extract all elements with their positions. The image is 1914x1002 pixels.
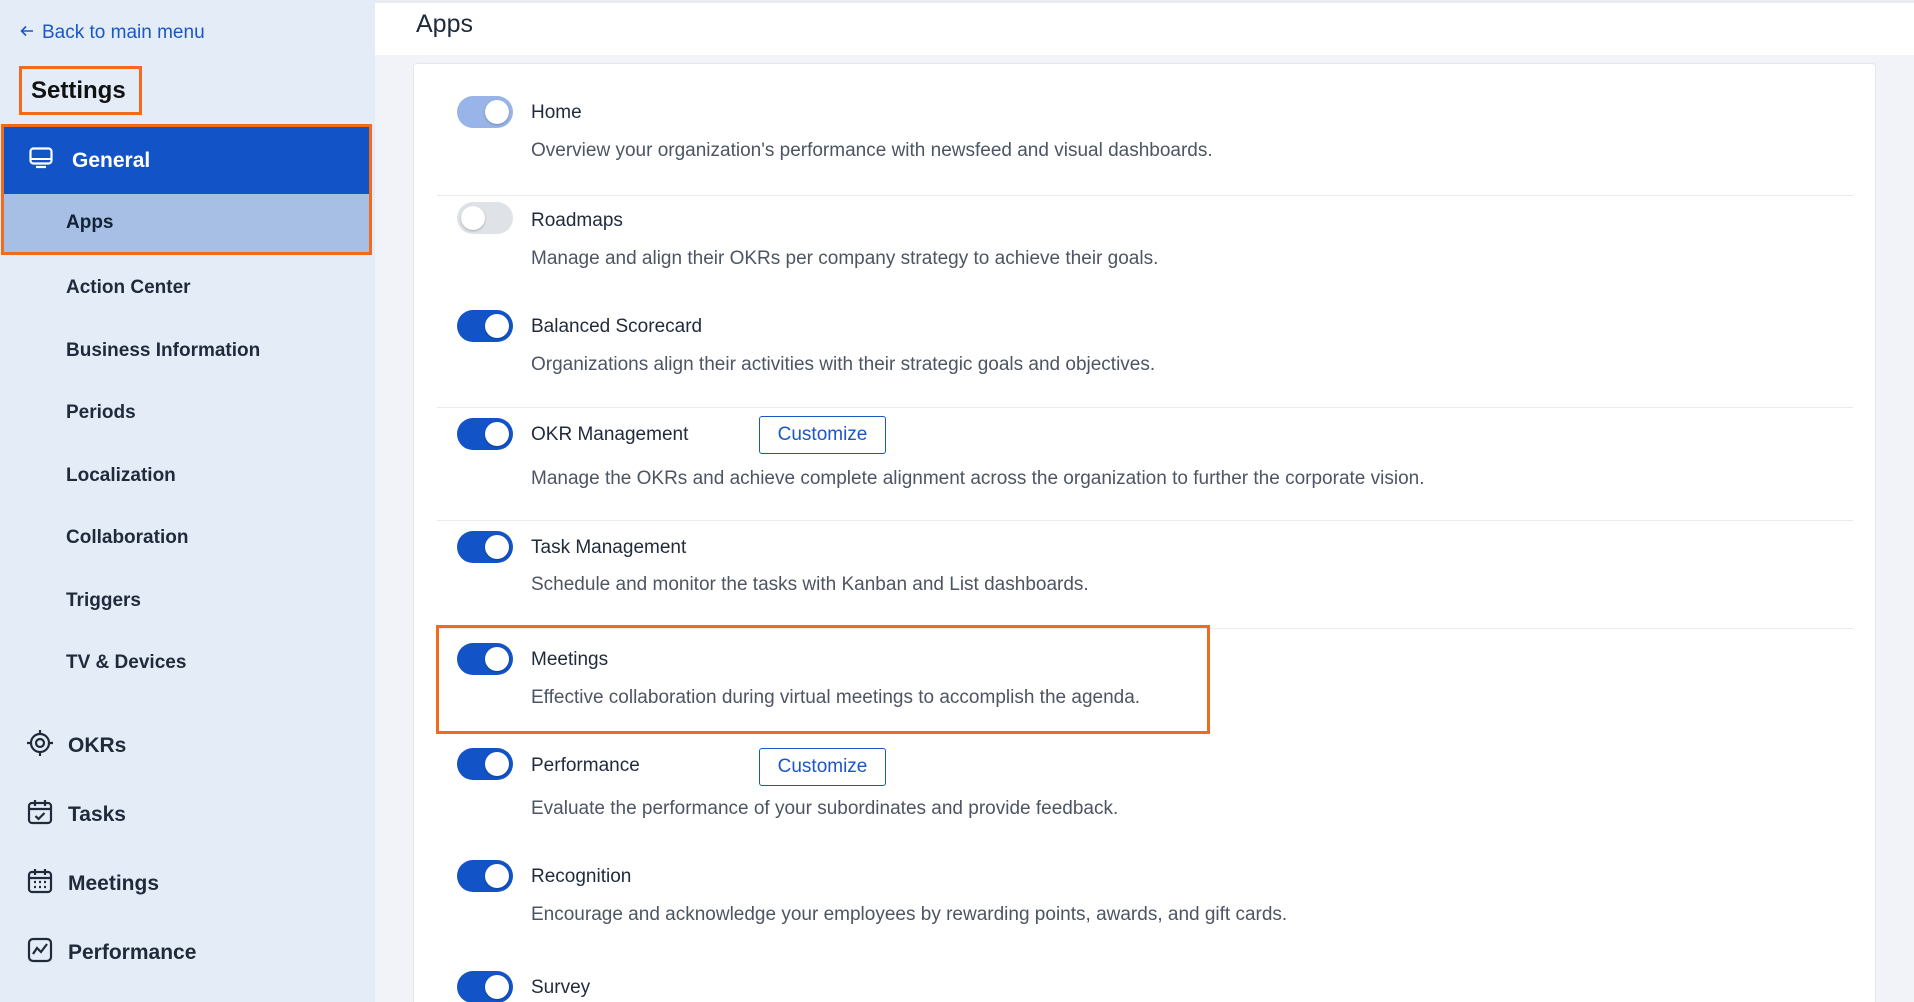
sidebar-item-performance-label: Performance — [68, 941, 197, 964]
app-name: OKR Management — [531, 424, 689, 445]
app-row-recognition: Recognition Encourage and acknowledge yo… — [437, 846, 1853, 957]
sidebar-item-business-information[interactable]: Business Information — [66, 340, 260, 362]
customize-button-okr-management[interactable]: Customize — [759, 416, 886, 454]
app-name: Survey — [531, 977, 591, 998]
app-description: Manage and align their OKRs per company … — [531, 248, 1159, 269]
app-name: Performance — [531, 755, 640, 776]
app-description: Manage the OKRs and achieve complete ali… — [531, 468, 1425, 489]
app-description: Evaluate the performance of your subordi… — [531, 798, 1119, 819]
app-row-performance: Performance Customize Evaluate the perfo… — [437, 736, 1853, 846]
customize-button-performance[interactable]: Customize — [759, 748, 886, 786]
app-name: Roadmaps — [531, 210, 623, 231]
sidebar-item-collaboration[interactable]: Collaboration — [66, 527, 188, 549]
app-description: Encourage and acknowledge your employees… — [531, 904, 1288, 925]
toggle-performance[interactable] — [457, 748, 513, 780]
app-description: Organizations align their activities wit… — [531, 354, 1156, 375]
sidebar-item-performance[interactable]: Performance — [26, 936, 196, 970]
sidebar: Back to main menu Settings General Apps … — [0, 0, 375, 1002]
toggle-knob — [461, 206, 485, 230]
back-to-main-menu-link[interactable]: Back to main menu — [20, 22, 205, 44]
app-row-okr-management: OKR Management Customize Manage the OKRs… — [437, 408, 1853, 521]
sidebar-item-okrs[interactable]: OKRs — [26, 729, 126, 763]
target-icon — [26, 729, 54, 763]
toggle-recognition[interactable] — [457, 860, 513, 892]
toggle-knob — [485, 535, 509, 559]
meetings-highlight-box — [436, 625, 1210, 734]
app-name: Balanced Scorecard — [531, 316, 703, 337]
app-name: Home — [531, 102, 582, 123]
toggle-okr-management[interactable] — [457, 418, 513, 450]
sidebar-item-tv-devices[interactable]: TV & Devices — [66, 652, 186, 674]
app-name: Task Management — [531, 537, 687, 558]
sidebar-item-triggers[interactable]: Triggers — [66, 590, 141, 612]
toggle-task-management[interactable] — [457, 531, 513, 563]
calendar-check-icon — [26, 798, 54, 832]
app-row-home: Home Overview your organization's perfor… — [437, 90, 1853, 196]
sidebar-item-tasks[interactable]: Tasks — [26, 798, 126, 832]
sidebar-item-meetings-label: Meetings — [68, 872, 160, 895]
back-link-label: Back to main menu — [42, 22, 205, 43]
app-row-balanced-scorecard: Balanced Scorecard Organizations align t… — [437, 300, 1853, 408]
app-name: Recognition — [531, 866, 632, 887]
sidebar-item-action-center[interactable]: Action Center — [66, 277, 191, 299]
toggle-knob — [485, 752, 509, 776]
app-description: Overview your organization's performance… — [531, 140, 1213, 161]
sidebar-item-meetings[interactable]: Meetings — [26, 867, 159, 901]
page-title: Apps — [416, 10, 473, 38]
toggle-roadmaps[interactable] — [457, 202, 513, 234]
chart-icon — [26, 936, 54, 970]
app-row-task-management: Task Management Schedule and monitor the… — [437, 521, 1853, 629]
app-description: Schedule and monitor the tasks with Kanb… — [531, 574, 1089, 595]
settings-title: Settings — [19, 66, 142, 115]
app-row-survey: Survey — [437, 957, 1853, 1002]
toggle-knob — [485, 864, 509, 888]
toggle-balanced-scorecard[interactable] — [457, 310, 513, 342]
toggle-knob — [485, 100, 509, 124]
arrow-left-icon — [20, 22, 34, 44]
toggle-home[interactable] — [457, 96, 513, 128]
sidebar-item-periods[interactable]: Periods — [66, 402, 136, 424]
toggle-survey[interactable] — [457, 971, 513, 1002]
sidebar-item-localization[interactable]: Localization — [66, 465, 176, 487]
general-highlight-box — [1, 124, 372, 255]
sidebar-item-tasks-label: Tasks — [68, 803, 126, 826]
topbar — [375, 0, 1914, 55]
calendar-icon — [26, 867, 54, 901]
toggle-knob — [485, 975, 509, 999]
toggle-knob — [485, 314, 509, 338]
sidebar-item-okrs-label: OKRs — [68, 734, 127, 757]
toggle-knob — [485, 422, 509, 446]
